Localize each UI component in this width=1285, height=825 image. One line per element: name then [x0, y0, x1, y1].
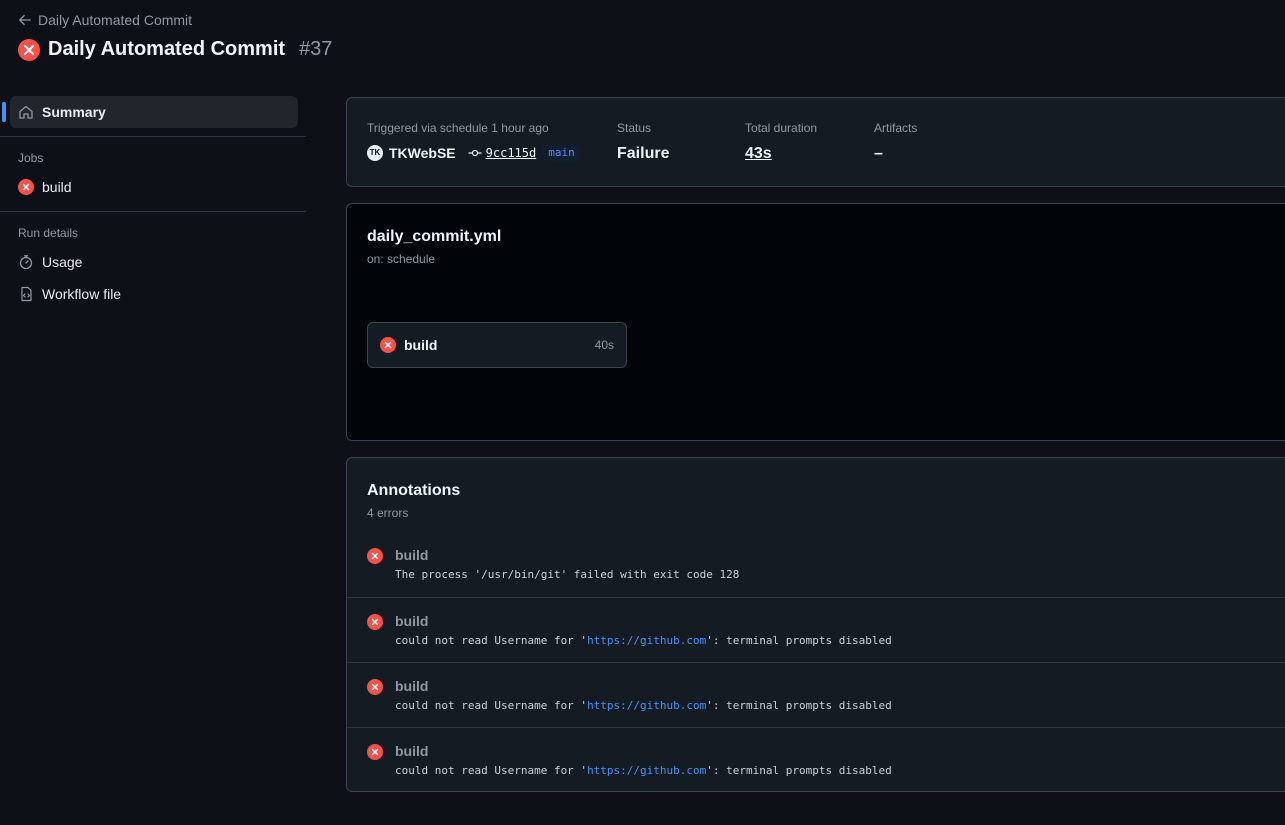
annotations-title: Annotations	[367, 482, 461, 499]
divider	[0, 211, 306, 212]
message-text: could not read Username for '	[395, 699, 588, 712]
sidebar-item-label: Summary	[42, 104, 106, 120]
message-url[interactable]: https://github.com	[587, 699, 706, 712]
status-info: Status Failure	[617, 121, 669, 163]
annotation-job[interactable]: build	[395, 613, 428, 629]
status-value: Failure	[617, 145, 670, 162]
trigger-label: Triggered via schedule 1 hour ago	[367, 121, 549, 135]
annotations-panel: Annotations 4 errors build The process '…	[346, 457, 1285, 792]
branch-badge[interactable]: main	[542, 144, 581, 161]
failure-icon	[18, 38, 40, 61]
message-text: could not read Username for '	[395, 764, 588, 777]
annotation-item[interactable]: build The process '/usr/bin/git' failed …	[347, 532, 1285, 597]
run-summary-panel: Triggered via schedule 1 hour ago TK TKW…	[346, 97, 1285, 187]
annotations-list: build The process '/usr/bin/git' failed …	[347, 532, 1285, 792]
annotation-message: could not read Username for 'https://git…	[395, 634, 892, 647]
sidebar-item-label: build	[42, 179, 72, 195]
trigger-row: TK TKWebSE 9cc115d main	[367, 144, 581, 161]
duration-link[interactable]: 43s	[745, 145, 817, 163]
page-title: Daily Automated Commit	[48, 38, 286, 60]
annotation-item[interactable]: build could not read Username for 'https…	[347, 597, 1285, 662]
sidebar-item-build[interactable]: build	[10, 171, 298, 203]
annotation-job[interactable]: build	[395, 547, 428, 563]
avatar[interactable]: TK	[367, 144, 383, 161]
annotation-item[interactable]: build could not read Username for 'https…	[347, 662, 1285, 727]
sidebar-item-summary[interactable]: Summary	[2, 96, 298, 128]
arrow-left-icon	[19, 14, 31, 26]
git-commit-icon	[468, 149, 482, 156]
trigger-info: Triggered via schedule 1 hour ago TK TKW…	[367, 121, 581, 161]
error-icon	[367, 548, 383, 564]
artifacts-label: Artifacts	[874, 121, 918, 135]
artifacts-info: Artifacts –	[874, 121, 917, 163]
job-name: build	[404, 337, 438, 353]
message-url[interactable]: https://github.com	[587, 634, 706, 647]
error-icon	[367, 614, 383, 630]
workflow-file-name: daily_commit.yml	[367, 228, 502, 245]
sidebar: Summary Jobs build Run details Usage Wor…	[0, 96, 306, 310]
message-text: ': terminal prompts disabled	[706, 764, 892, 777]
workflow-trigger: on: schedule	[367, 252, 436, 266]
annotation-message: could not read Username for 'https://git…	[395, 699, 892, 712]
actor-name[interactable]: TKWebSE	[389, 145, 456, 161]
annotation-job[interactable]: build	[395, 743, 428, 759]
page-title-row: Daily Automated Commit #37	[18, 38, 332, 61]
home-icon	[19, 105, 33, 119]
annotation-job[interactable]: build	[395, 678, 428, 694]
sidebar-item-label: Workflow file	[42, 286, 122, 302]
duration-label: Total duration	[745, 121, 818, 135]
annotation-item[interactable]: build could not read Username for 'https…	[347, 727, 1285, 792]
job-duration: 40s	[594, 338, 614, 352]
message-text: ': terminal prompts disabled	[706, 634, 892, 647]
sidebar-item-workflow-file[interactable]: Workflow file	[10, 278, 298, 310]
jobs-heading: Jobs	[18, 151, 44, 165]
run-details-heading: Run details	[18, 226, 79, 240]
run-number: #37	[299, 38, 333, 60]
message-text: could not read Username for '	[395, 634, 588, 647]
stopwatch-icon	[19, 255, 33, 270]
back-link-label: Daily Automated Commit	[38, 12, 193, 28]
message-text: The process '/usr/bin/git' failed with e…	[395, 568, 740, 581]
error-icon	[367, 744, 383, 760]
annotations-count: 4 errors	[367, 506, 409, 520]
status-label: Status	[617, 121, 652, 135]
active-indicator	[2, 102, 6, 122]
divider	[0, 136, 306, 137]
commit-sha: 9cc115d	[485, 145, 537, 160]
job-card-build[interactable]: build 40s	[367, 322, 627, 368]
message-url[interactable]: https://github.com	[587, 764, 706, 777]
workflow-graph-panel: daily_commit.yml on: schedule build 40s	[346, 203, 1285, 441]
duration-info: Total duration 43s	[745, 121, 817, 163]
annotation-message: could not read Username for 'https://git…	[395, 764, 892, 777]
annotation-message: The process '/usr/bin/git' failed with e…	[395, 568, 739, 581]
sidebar-item-label: Usage	[42, 254, 83, 270]
file-code-icon	[21, 286, 32, 302]
failure-icon	[18, 179, 34, 195]
commit-link[interactable]: 9cc115d	[468, 145, 537, 160]
failure-icon	[380, 337, 396, 353]
sidebar-item-usage[interactable]: Usage	[10, 246, 298, 278]
error-icon	[367, 679, 383, 695]
artifacts-value: –	[874, 145, 883, 162]
message-text: ': terminal prompts disabled	[706, 699, 892, 712]
back-link[interactable]: Daily Automated Commit	[18, 12, 192, 28]
